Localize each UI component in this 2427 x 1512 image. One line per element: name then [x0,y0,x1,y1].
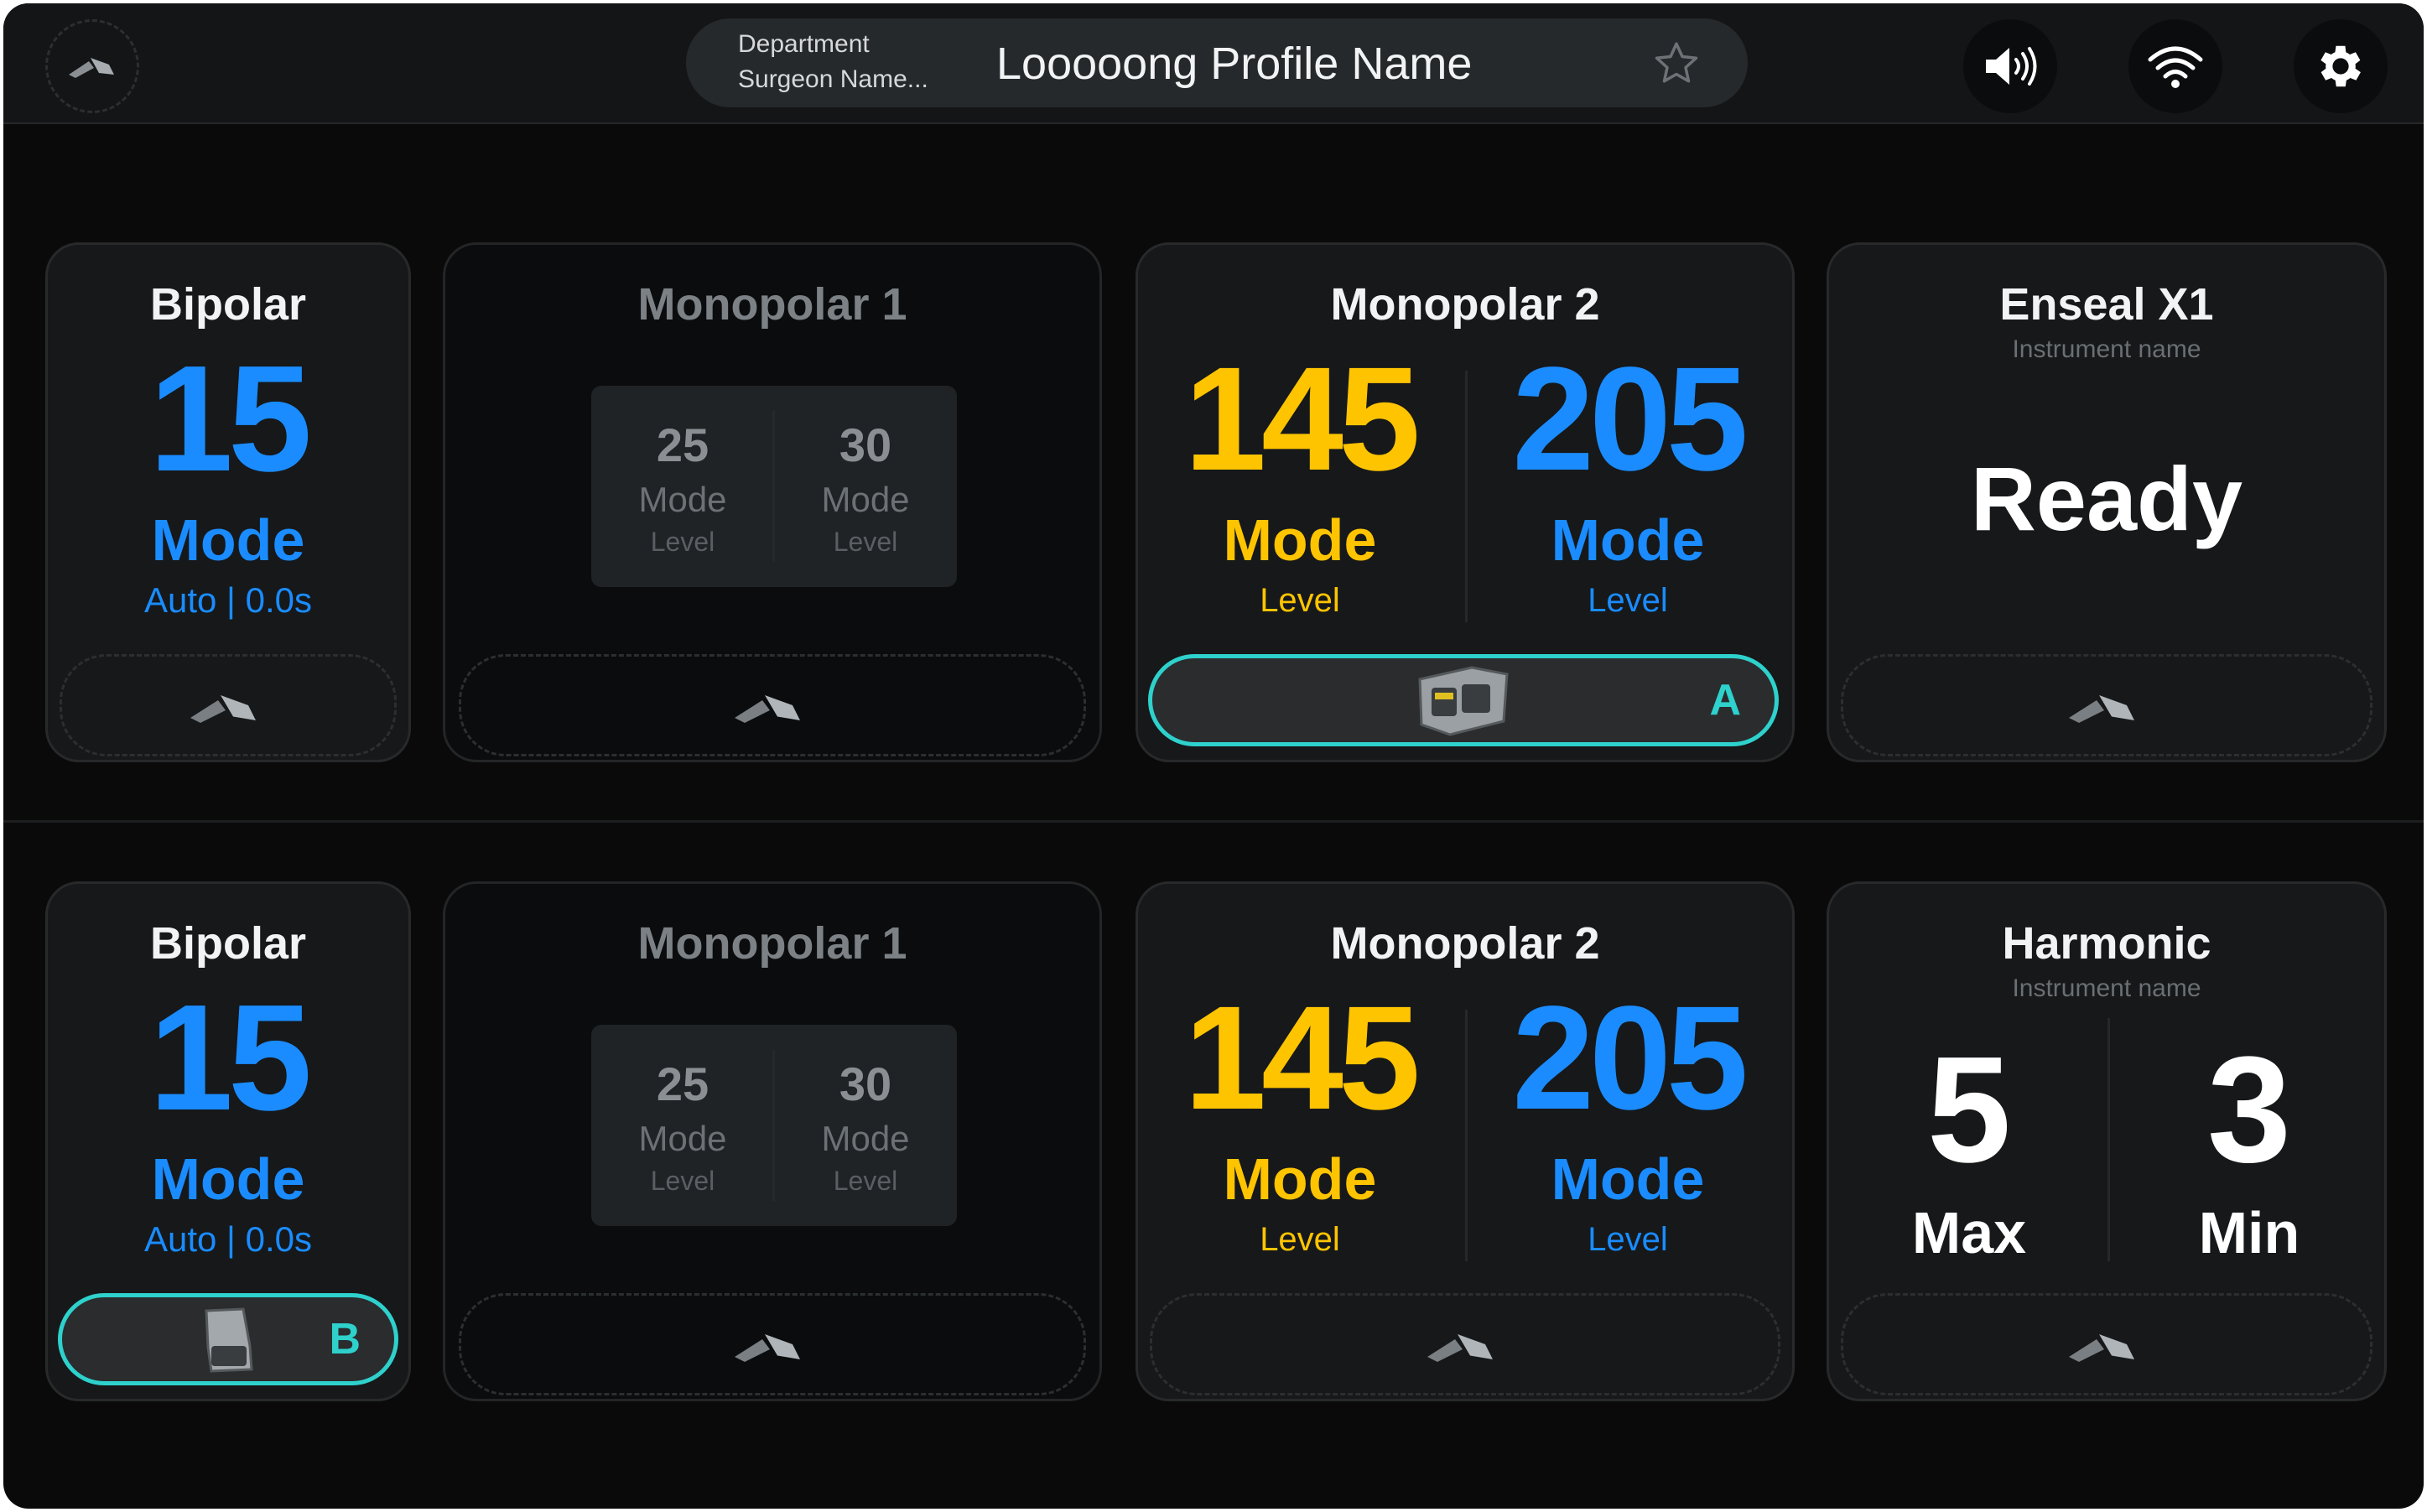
wifi-button[interactable] [2128,19,2222,113]
speaker-icon [1986,47,2037,86]
cut-mode-label: Mode [1223,1146,1377,1212]
card-title: Bipolar [149,279,307,330]
footswitch-icon [735,695,800,723]
card-title: Monopolar 1 [637,918,907,969]
coag-value: 30 [839,1057,892,1110]
bipolar-auto-label: Auto | 0.0s [143,1219,313,1259]
footswitch-icon [2069,695,2134,723]
cut-level: Level [650,527,715,557]
handpiece-icon [205,1307,253,1373]
monopolar1-card[interactable]: Monopolar 1 25 Mode Level 30 Mode Level [443,242,1102,762]
coag-level-label: Level [1588,582,1668,619]
footswitch-icon [190,695,256,723]
pedal-assign-slot[interactable] [1841,1293,2372,1395]
profile-selector[interactable]: Department Surgeon Name... Looooong Prof… [686,18,1748,107]
coag-level: Level [833,527,898,557]
max-level-value: 5 [1926,1026,2012,1194]
pedal-assign-slot[interactable] [1841,654,2372,756]
favorite-star-button[interactable] [1650,39,1702,93]
bipolar-mode-label: Mode [151,1146,305,1212]
instrument-name: Instrument name [2012,335,2201,363]
cut-value: 25 [656,1057,709,1110]
slot-letter: B [329,1315,361,1364]
cut-mode-label: Mode [1223,507,1377,573]
bipolar-power-value: 15 [148,974,312,1142]
min-level-value: 3 [2206,1026,2292,1194]
pedal-assign-slot[interactable] [1150,1293,1780,1395]
coag-setting: 30 Mode Level [774,386,957,587]
instrument-name: Instrument name [2012,974,2201,1002]
coag-mode: Mode [821,480,910,519]
gear-icon [2320,45,2361,87]
coag-power-value: 205 [1512,976,1749,1140]
monopolar1-settings: 25 Mode Level 30 Mode Level [591,1025,957,1226]
coag-level: Level [833,1166,898,1196]
cut-power-value: 145 [1184,337,1421,501]
min-level-label: Min [2198,1200,2300,1265]
surgeon-name-label: Surgeon Name... [738,65,928,93]
monopolar1-card[interactable]: Monopolar 1 25 Mode Level 30 Mode Level [443,881,1102,1401]
cut-level: Level [650,1166,715,1196]
handpiece-icon [1418,666,1509,736]
sound-button[interactable] [1963,19,2057,113]
card-title: Monopolar 1 [637,279,907,330]
pedal-assign-slot[interactable] [60,654,397,756]
bipolar-card[interactable]: Bipolar 15 Mode Auto | 0.0s [45,242,411,762]
card-title: Monopolar 2 [1330,918,1600,969]
bipolar-auto-label: Auto | 0.0s [143,580,313,620]
monopolar1-settings: 25 Mode Level 30 Mode Level [591,386,957,587]
coag-setting: 30 Mode Level [774,1025,957,1226]
bipolar-card[interactable]: Bipolar 15 Mode Auto | 0.0s B [45,881,411,1401]
generator-screen: Department Surgeon Name... Looooong Prof… [3,3,2424,1509]
cut-value: 25 [656,418,709,471]
cut-setting: 25 Mode Level [591,386,774,587]
max-level-label: Max [1911,1200,2027,1265]
pedal-assign-slot[interactable] [459,1293,1086,1395]
harmonic-card[interactable]: Harmonic Instrument name 5 Max 3 Min [1827,881,2387,1401]
instrument-status: Ready [1970,448,2243,549]
cut-setting: 25 Mode Level [591,1025,774,1226]
bipolar-mode-label: Mode [151,507,305,573]
cut-mode: Mode [638,480,727,519]
footswitch-icon [735,1334,800,1362]
card-title: Monopolar 2 [1330,279,1600,330]
footswitch-icon [1427,1334,1493,1362]
settings-button[interactable] [2294,19,2388,113]
pedal-assign-slot-active[interactable]: A [1148,654,1779,746]
footswitch-icon [69,58,114,78]
profile-name: Looooong Profile Name [996,39,1473,89]
wifi-icon [2148,46,2203,88]
pedal-assign-slot-active[interactable]: B [58,1293,398,1385]
enseal-card[interactable]: Enseal X1 Instrument name Ready [1827,242,2387,762]
coag-level-label: Level [1588,1221,1668,1258]
cut-level-label: Level [1260,1221,1340,1258]
footswitch-icon [2069,1334,2134,1362]
pedal-assign-slot[interactable] [459,654,1086,756]
monopolar2-card[interactable]: Monopolar 2 145 Mode Level 205 Mode Leve… [1136,242,1795,762]
department-label: Department [738,30,870,58]
card-title: Enseal X1 [1999,279,2214,330]
coag-mode: Mode [821,1119,910,1158]
coag-mode-label: Mode [1551,507,1705,573]
slot-letter: A [1709,676,1741,725]
card-title: Harmonic [2002,918,2211,969]
footswitch-status-button[interactable] [45,19,139,113]
cut-mode: Mode [638,1119,727,1158]
card-title: Bipolar [149,918,307,969]
coag-power-value: 205 [1512,337,1749,501]
top-bar: Department Surgeon Name... Looooong Prof… [3,3,2424,124]
coag-mode-label: Mode [1551,1146,1705,1212]
divider [1465,371,1468,622]
star-icon [1655,42,1698,83]
divider [1465,1010,1468,1261]
coag-value: 30 [839,418,892,471]
bipolar-power-value: 15 [148,335,312,503]
monopolar2-card[interactable]: Monopolar 2 145 Mode Level 205 Mode Leve… [1136,881,1795,1401]
cut-level-label: Level [1260,582,1340,619]
cut-power-value: 145 [1184,976,1421,1140]
row-divider [3,820,2424,823]
